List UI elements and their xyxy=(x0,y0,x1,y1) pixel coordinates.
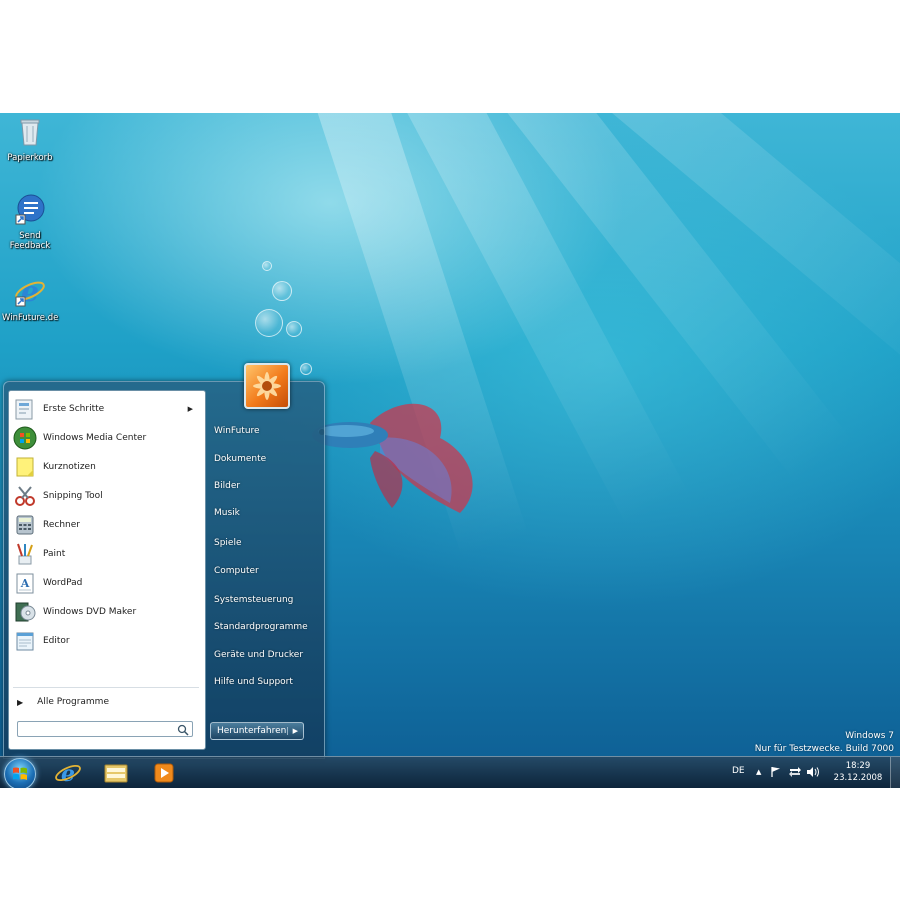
desktop-icon-send-feedback[interactable]: Send Feedback xyxy=(2,193,58,251)
shutdown-options-arrow-icon[interactable]: ▶ xyxy=(286,727,303,735)
feedback-icon xyxy=(15,194,45,225)
program-label: Rechner xyxy=(43,520,80,530)
start-menu: Erste Schritte ▶ Windows Media Center Ku… xyxy=(3,363,325,759)
windows-logo-icon xyxy=(13,767,27,780)
sticky-notes-icon xyxy=(16,457,34,477)
start-link-musik[interactable]: Musik xyxy=(214,502,318,524)
system-tray: DE ▲ 18:29 23.12.2008 xyxy=(730,757,900,788)
program-label: Windows DVD Maker xyxy=(43,607,137,617)
start-link-winfuture[interactable]: WinFuture xyxy=(214,420,318,442)
taskbar-app-explorer[interactable] xyxy=(96,759,136,787)
svg-text:A: A xyxy=(20,577,30,590)
start-link-standardprogramme[interactable]: Standardprogramme xyxy=(214,616,318,638)
program-item-kurznotizen[interactable]: Kurznotizen xyxy=(13,453,199,481)
notepad-icon xyxy=(16,632,34,651)
desktop-icon-label: Send Feedback xyxy=(9,231,51,251)
clock[interactable]: 18:29 23.12.2008 xyxy=(828,760,888,784)
action-center-flag-icon[interactable] xyxy=(770,766,782,778)
clock-date: 23.12.2008 xyxy=(833,773,883,783)
program-label: WordPad xyxy=(43,578,83,588)
svg-text:e: e xyxy=(61,761,75,787)
bubble xyxy=(286,321,302,337)
bubble xyxy=(300,363,312,375)
submenu-arrow-icon: ▶ xyxy=(187,405,193,413)
search-icon[interactable] xyxy=(177,724,189,736)
program-item-windows-dvd-maker[interactable]: Windows DVD Maker xyxy=(13,598,199,626)
media-player-icon xyxy=(154,763,174,783)
wordpad-icon: A xyxy=(16,573,34,594)
start-button[interactable] xyxy=(4,758,36,788)
watermark-line: Windows 7 xyxy=(845,731,894,741)
divider xyxy=(13,687,199,688)
media-center-icon xyxy=(13,426,37,450)
watermark-line: Nur für Testzwecke. Build 7000 xyxy=(754,744,894,754)
taskbar-app-media-player[interactable] xyxy=(144,759,184,787)
desktop-icon-recycle-bin[interactable]: Papierkorb xyxy=(2,115,58,163)
program-label: Snipping Tool xyxy=(43,491,103,501)
bubble xyxy=(255,309,283,337)
all-programs-label: Alle Programme xyxy=(37,697,109,707)
desktop[interactable]: Papierkorb Send Feedback e WinFuture.de xyxy=(0,113,900,788)
taskbar: e DE ▲ 18:29 23.12.2008 xyxy=(0,756,900,788)
user-account-picture[interactable] xyxy=(244,363,290,409)
start-link-hilfe-und-support[interactable]: Hilfe und Support xyxy=(214,671,318,693)
language-indicator[interactable]: DE xyxy=(732,766,745,776)
recycle-bin-icon xyxy=(20,119,40,146)
program-item-wordpad[interactable]: A WordPad xyxy=(13,569,199,597)
ie-icon: e xyxy=(55,761,81,787)
start-link-systemsteuerung[interactable]: Systemsteuerung xyxy=(214,589,318,611)
start-link-bilder[interactable]: Bilder xyxy=(214,475,318,497)
shutdown-button[interactable]: Herunterfahren xyxy=(211,726,287,736)
getting-started-icon xyxy=(15,399,33,420)
taskbar-app-internet-explorer[interactable]: e xyxy=(48,759,88,787)
program-item-rechner[interactable]: Rechner xyxy=(13,511,199,539)
program-label: Windows Media Center xyxy=(43,433,147,443)
programs-pane: Erste Schritte ▶ Windows Media Center Ku… xyxy=(8,390,206,750)
start-link-spiele[interactable]: Spiele xyxy=(214,532,318,554)
bubble xyxy=(272,281,292,301)
program-item-snipping-tool[interactable]: Snipping Tool xyxy=(13,482,199,510)
program-item-editor[interactable]: Editor xyxy=(13,627,199,655)
ie-icon: e xyxy=(15,275,45,308)
start-link-computer[interactable]: Computer xyxy=(214,560,318,582)
shutdown-button-group: Herunterfahren ▶ xyxy=(210,722,304,740)
start-link-dokumente[interactable]: Dokumente xyxy=(214,448,318,470)
betta-fish-wallpaper xyxy=(312,403,473,513)
clock-time: 18:29 xyxy=(845,761,871,771)
all-programs-button[interactable]: ▶ Alle Programme xyxy=(15,693,199,711)
folder-icon xyxy=(104,764,128,783)
network-icon[interactable] xyxy=(788,766,802,778)
play-arrow-icon: ▶ xyxy=(17,697,24,707)
show-hidden-icons-icon[interactable]: ▲ xyxy=(756,768,761,776)
scissors-icon xyxy=(15,486,35,506)
program-label: Paint xyxy=(43,549,66,559)
bubble xyxy=(262,261,272,271)
show-desktop-button[interactable] xyxy=(890,757,900,788)
program-item-erste-schritte[interactable]: Erste Schritte ▶ xyxy=(13,395,199,423)
desktop-icon-winfuture[interactable]: e WinFuture.de xyxy=(2,275,58,323)
paint-icon xyxy=(17,543,33,565)
desktop-icon-label: WinFuture.de xyxy=(2,313,59,323)
dvd-maker-icon xyxy=(15,602,36,622)
program-item-windows-media-center[interactable]: Windows Media Center xyxy=(13,424,199,452)
volume-icon[interactable] xyxy=(806,766,820,778)
desktop-icon-label: Papierkorb xyxy=(7,153,53,163)
program-item-paint[interactable]: Paint xyxy=(13,540,199,568)
calculator-icon xyxy=(16,515,34,535)
flower-icon xyxy=(253,372,281,400)
search-input[interactable] xyxy=(17,721,193,737)
program-label: Kurznotizen xyxy=(43,462,96,472)
start-link-geraete-und-drucker[interactable]: Geräte und Drucker xyxy=(214,644,318,666)
build-watermark: Windows 7 Nur für Testzwecke. Build 7000 xyxy=(755,730,894,756)
program-label: Editor xyxy=(43,636,70,646)
program-label: Erste Schritte xyxy=(43,404,105,414)
